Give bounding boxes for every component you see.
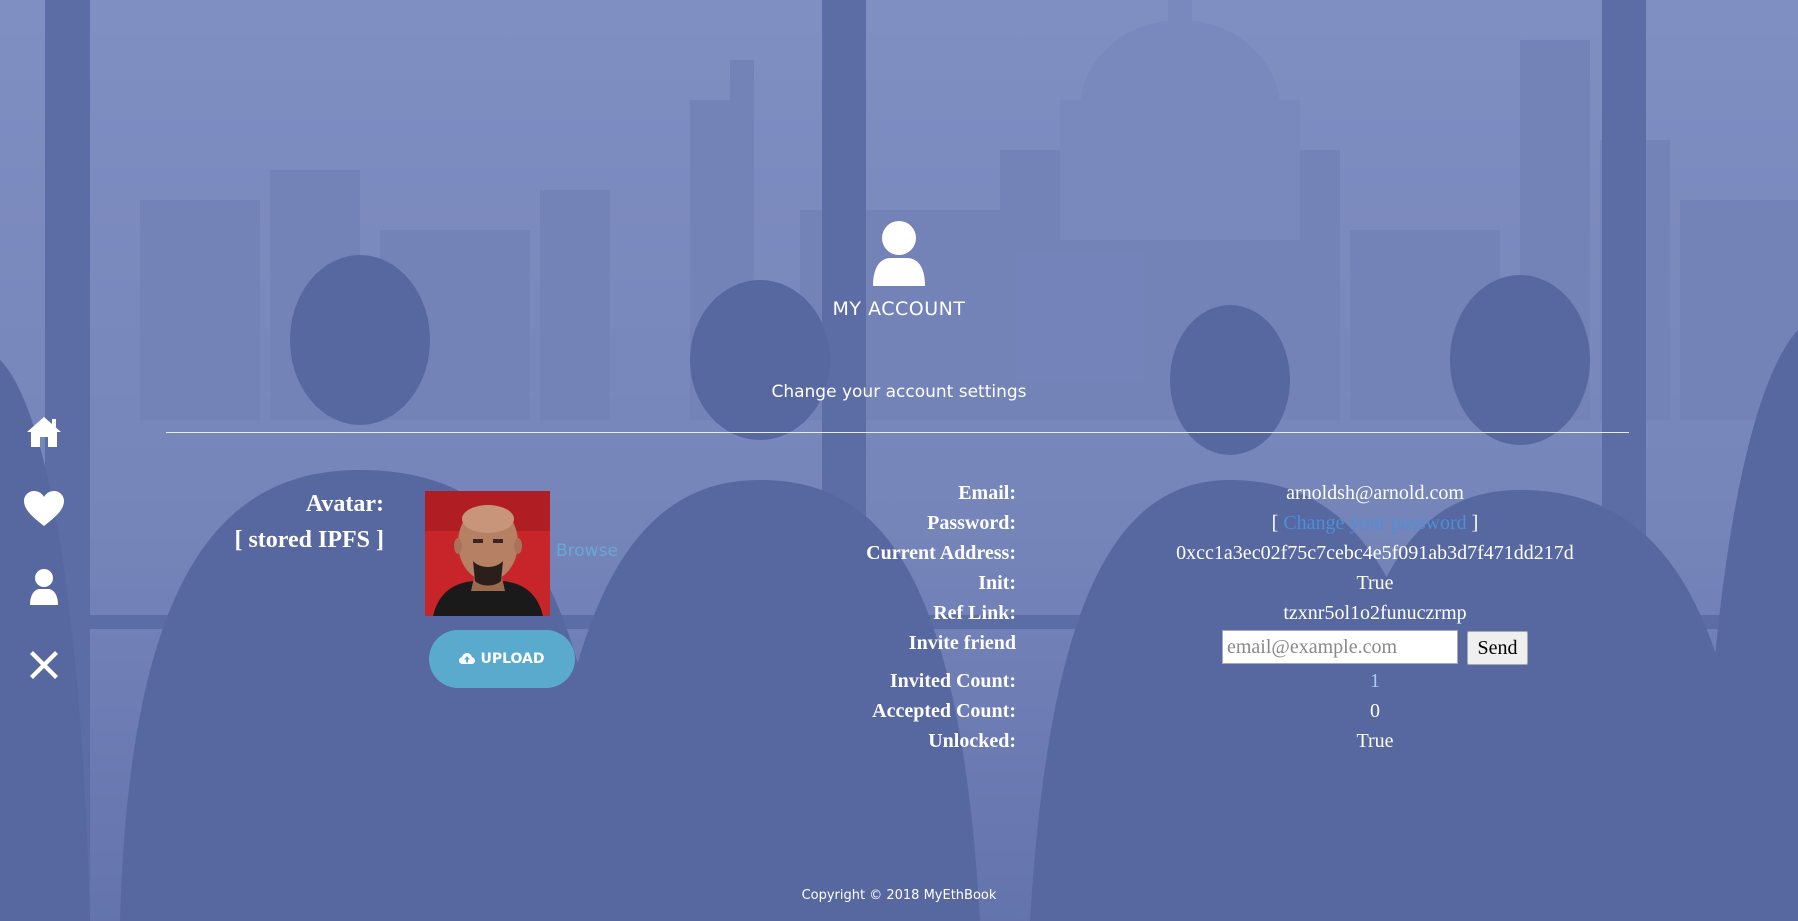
invited-count-label: Invited Count: <box>889 670 1016 692</box>
background-image <box>0 0 1798 921</box>
email-value: arnoldsh@arnold.com <box>1286 482 1464 504</box>
browse-link[interactable]: Browse <box>556 541 618 561</box>
avatar-storage-label: [ stored IPFS ] <box>234 527 384 553</box>
invited-count-row: Invited Count: 1 <box>890 670 1700 700</box>
reflink-value: tzxnr5ol1o2funuczrmp <box>1283 602 1467 624</box>
unlocked-label: Unlocked: <box>928 730 1016 752</box>
email-row: Email: arnoldsh@arnold.com <box>900 482 1700 512</box>
nav-home-button[interactable] <box>22 410 66 454</box>
nav-favorites-button[interactable] <box>22 487 66 531</box>
password-label: Password: <box>927 512 1016 534</box>
password-bracket-open: [ <box>1271 512 1284 534</box>
address-row: Current Address: 0xcc1a3ec02f75c7cebc4e5… <box>866 542 1700 572</box>
page-title: MY ACCOUNT <box>832 298 966 320</box>
user-icon <box>30 569 58 605</box>
footer-copyright: Copyright © 2018 MyEthBook <box>801 888 997 903</box>
page-subtitle: Change your account settings <box>771 382 1027 402</box>
init-value: True <box>1356 572 1394 594</box>
cloud-upload-icon <box>459 653 476 664</box>
unlocked-value: True <box>1356 730 1394 752</box>
nav-account-button[interactable] <box>22 565 66 609</box>
accepted-count-value: 0 <box>1370 700 1380 722</box>
password-row: Password: [ Change your password ] <box>900 512 1700 542</box>
address-value: 0xcc1a3ec02f75c7cebc4e5f091ab3d7f471dd21… <box>1176 542 1574 564</box>
page-header: MY ACCOUNT <box>0 220 1798 320</box>
send-invite-button[interactable]: Send <box>1467 631 1528 665</box>
accepted-count-row: Accepted Count: 0 <box>872 700 1700 730</box>
init-label: Init: <box>978 572 1016 594</box>
unlocked-row: Unlocked: True <box>900 730 1700 760</box>
reflink-label: Ref Link: <box>933 602 1016 624</box>
address-label: Current Address: <box>866 542 1016 564</box>
avatar-label-group: Avatar: [ stored IPFS ] <box>234 486 384 558</box>
nav-logout-button[interactable] <box>22 643 66 687</box>
invite-label: Invite friend <box>908 632 1016 654</box>
invite-email-input[interactable] <box>1222 630 1458 664</box>
home-icon <box>27 417 61 447</box>
email-label: Email: <box>958 482 1016 504</box>
password-value: [ Change your password ] <box>1272 512 1479 535</box>
reflink-row: Ref Link: tzxnr5ol1o2funuczrmp <box>900 602 1700 632</box>
avatar-image <box>425 491 550 616</box>
account-user-icon <box>871 220 927 292</box>
upload-button[interactable]: UPLOAD <box>429 630 575 688</box>
change-password-link[interactable]: Change your password <box>1283 512 1466 534</box>
avatar-label: Avatar: <box>305 491 384 517</box>
section-divider <box>166 432 1629 433</box>
heart-icon <box>24 491 64 526</box>
invited-count-link[interactable]: 1 <box>1370 670 1380 693</box>
close-icon <box>30 651 58 679</box>
password-bracket-close: ] <box>1466 512 1479 534</box>
init-row: Init: True <box>900 572 1700 602</box>
upload-button-label: UPLOAD <box>480 651 545 667</box>
accepted-count-label: Accepted Count: <box>872 700 1016 722</box>
